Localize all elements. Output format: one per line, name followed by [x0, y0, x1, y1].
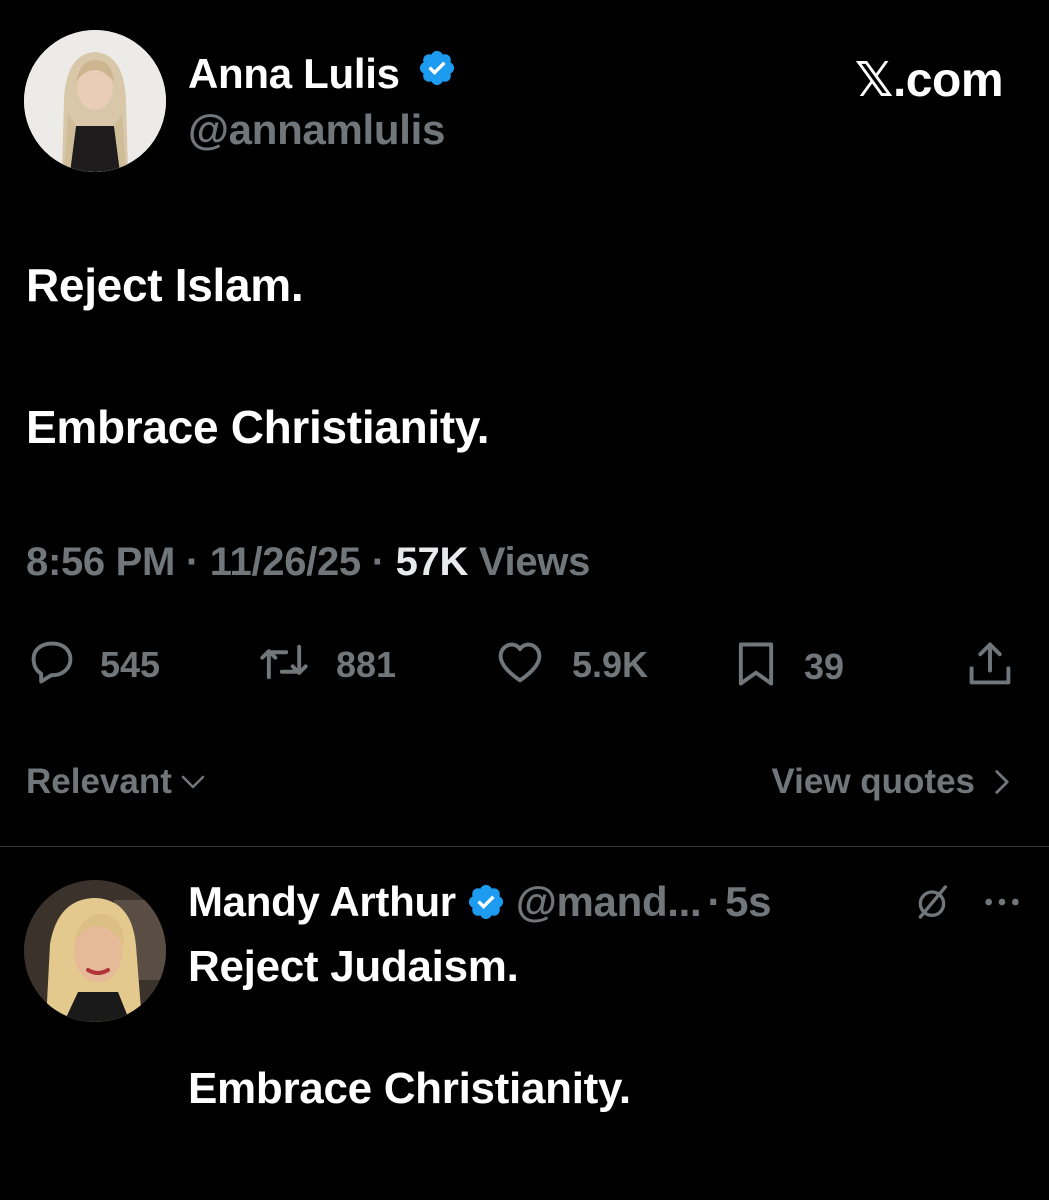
verified-badge-icon — [466, 882, 506, 922]
reply-header: Mandy Arthur @mand... · 5s — [188, 878, 772, 926]
chevron-right-icon — [989, 766, 1015, 798]
grok-icon — [912, 885, 952, 926]
heart-icon — [494, 636, 546, 693]
views-count: 57K — [395, 540, 469, 584]
reply-author-avatar[interactable] — [24, 880, 166, 1022]
tweet-time: 8:56 PM — [26, 540, 176, 584]
avatar-image — [24, 880, 166, 1022]
author-name-row[interactable]: Anna Lulis — [188, 50, 457, 102]
tweet-text-line-2: Embrace Christianity. — [26, 401, 490, 453]
avatar-image — [24, 30, 166, 172]
reply-count: 545 — [100, 643, 161, 685]
verified-badge-icon — [417, 48, 457, 98]
meta-separator: · — [707, 878, 722, 925]
like-button[interactable]: 5.9K — [494, 636, 648, 693]
bookmark-button[interactable]: 39 — [730, 636, 844, 697]
reply-author-handle[interactable]: @mand... — [516, 878, 702, 926]
more-options-button[interactable] — [982, 890, 1022, 919]
bookmark-count: 39 — [804, 645, 845, 687]
chevron-down-icon — [178, 767, 208, 797]
meta-separator: · — [371, 540, 385, 584]
reply-author-name[interactable]: Mandy Arthur — [188, 878, 456, 926]
share-button[interactable] — [964, 638, 1016, 695]
sort-label: Relevant — [26, 762, 172, 801]
site-brand-label: 𝕏.com — [854, 54, 1004, 107]
meta-separator: · — [185, 540, 199, 584]
view-quotes-link[interactable]: View quotes — [771, 762, 1015, 802]
author-name[interactable]: Anna Lulis — [188, 50, 400, 97]
tweet-meta: 8:56 PM · 11/26/25 · 57K Views — [26, 540, 590, 585]
views-label: Views — [478, 540, 591, 584]
section-divider — [0, 846, 1049, 847]
view-quotes-label: View quotes — [771, 762, 975, 801]
repost-icon — [256, 636, 312, 693]
tweet-text-line-1: Reject Islam. — [26, 259, 304, 311]
reply-text-line-1: Reject Judaism. — [188, 942, 519, 991]
tweet-date[interactable]: 11/26/25 — [210, 540, 361, 584]
sort-dropdown[interactable]: Relevant — [26, 762, 208, 802]
author-handle[interactable]: @annamlulis — [188, 106, 445, 154]
repost-button[interactable]: 881 — [256, 636, 396, 693]
more-horizontal-icon — [982, 898, 1022, 918]
like-count: 5.9K — [572, 643, 649, 685]
grok-button[interactable] — [912, 882, 952, 927]
bookmark-icon — [730, 636, 782, 697]
reply-icon — [26, 636, 78, 693]
repost-count: 881 — [336, 643, 397, 685]
share-icon — [964, 642, 1016, 694]
reply-age: 5s — [725, 878, 772, 925]
reply-text-line-2: Embrace Christianity. — [188, 1064, 631, 1113]
reply-button[interactable]: 545 — [26, 636, 160, 693]
author-avatar[interactable] — [24, 30, 166, 172]
